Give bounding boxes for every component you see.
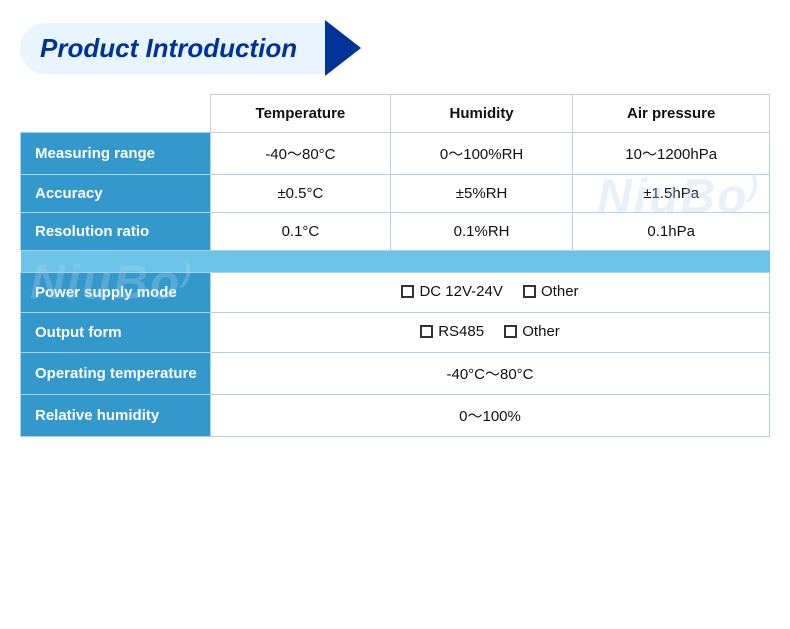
specifications-table: Temperature Humidity Air pressure Measur…: [20, 94, 770, 437]
checkbox-other-output[interactable]: Other: [504, 323, 560, 340]
checkbox-box-other-output[interactable]: [504, 325, 517, 338]
resolution-temperature: 0.1°C: [211, 213, 391, 251]
checkbox-box-other-power[interactable]: [523, 285, 536, 298]
table-row: Measuring range -40～80°C 0～100%RH 10～120…: [21, 133, 770, 175]
checkbox-box-dc12v[interactable]: [401, 285, 414, 298]
accuracy-temperature: ±0.5°C: [211, 175, 391, 213]
resolution-air-pressure: 0.1hPa: [573, 213, 770, 251]
measuring-range-temperature: -40～80°C: [211, 133, 391, 175]
page-title: Product Introduction: [40, 33, 297, 64]
checkbox-label-other-output: Other: [522, 323, 560, 340]
power-supply-options: DC 12V-24V Other: [211, 273, 770, 313]
checkbox-label-rs485: RS485: [438, 323, 484, 340]
row-label-power-supply: Power supply mode: [21, 273, 211, 313]
table-row: Accuracy ±0.5°C ±5%RH ±1.5hPa: [21, 175, 770, 213]
col-header-humidity: Humidity: [390, 95, 573, 133]
col-header-air-pressure: Air pressure: [573, 95, 770, 133]
checkbox-label-dc12v: DC 12V-24V: [419, 283, 502, 300]
checkbox-rs485[interactable]: RS485: [420, 323, 484, 340]
checkbox-dc12v[interactable]: DC 12V-24V: [401, 283, 502, 300]
measuring-range-air-pressure: 10～1200hPa: [573, 133, 770, 175]
row-label-operating-temp: Operating temperature: [21, 353, 211, 395]
accuracy-air-pressure: ±1.5hPa: [573, 175, 770, 213]
relative-humidity-value: 0～100%: [211, 395, 770, 437]
table-row: Output form RS485 Other: [21, 313, 770, 353]
checkbox-other-power[interactable]: Other: [523, 283, 579, 300]
col-header-temperature: Temperature: [211, 95, 391, 133]
measuring-range-humidity: 0～100%RH: [390, 133, 573, 175]
checkbox-box-rs485[interactable]: [420, 325, 433, 338]
title-arrow-decoration: [325, 20, 361, 76]
table-row: Power supply mode DC 12V-24V Other: [21, 273, 770, 313]
row-label-resolution: Resolution ratio: [21, 213, 211, 251]
output-form-options: RS485 Other: [211, 313, 770, 353]
row-label-output-form: Output form: [21, 313, 211, 353]
row-label-accuracy: Accuracy: [21, 175, 211, 213]
accuracy-humidity: ±5%RH: [390, 175, 573, 213]
table-header-row: Temperature Humidity Air pressure: [21, 95, 770, 133]
table-row: Relative humidity 0～100%: [21, 395, 770, 437]
table-row: Resolution ratio 0.1°C 0.1%RH 0.1hPa: [21, 213, 770, 251]
checkbox-label-other-power: Other: [541, 283, 579, 300]
table-row: Operating temperature -40°C～80°C: [21, 353, 770, 395]
spec-table-wrapper: NiuBo) NiuBo) Temperature Humidity Air p…: [20, 94, 770, 437]
row-label-relative-humidity: Relative humidity: [21, 395, 211, 437]
operating-temp-value: -40°C～80°C: [211, 353, 770, 395]
row-label-measuring-range: Measuring range: [21, 133, 211, 175]
resolution-humidity: 0.1%RH: [390, 213, 573, 251]
separator-row: [21, 251, 770, 273]
